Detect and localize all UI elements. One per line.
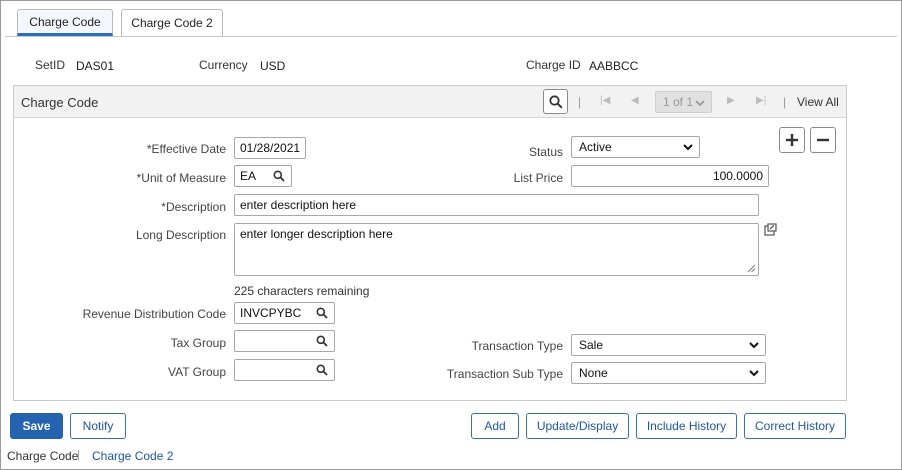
footer-current-page: Charge Code [7,449,79,463]
page-range-select[interactable]: 1 of 1 [655,91,712,113]
rev-dist-value: INVCPYBC [240,306,302,320]
chevron-down-icon [749,370,759,377]
description-input[interactable]: enter description here [234,194,759,216]
chevron-down-icon [749,342,759,349]
lookup-icon[interactable] [316,364,328,376]
last-page-icon[interactable]: ▶| [756,95,766,106]
status-select[interactable]: Active [571,136,700,158]
search-icon [548,94,563,109]
currency-label: Currency [199,58,248,72]
long-description-label: Long Description [135,228,226,242]
long-description-value: enter longer description here [240,227,393,241]
next-page-icon[interactable]: ▶ [727,95,735,106]
list-price-input[interactable]: 100.0000 [571,165,769,187]
effective-date-label: *Effective Date [146,142,226,156]
save-button[interactable]: Save [10,413,63,439]
effective-date-input[interactable]: 01/28/2021 [234,137,306,159]
panel-header: Charge Code | |◀ ◀ 1 of 1 ▶ ▶| | View Al… [14,86,846,118]
tab-divider [5,36,897,37]
chargeid-value: AABBCC [589,59,639,73]
panel-title: Charge Code [21,95,99,110]
tab-charge-code[interactable]: Charge Code [17,9,113,36]
setid-label: SetID [35,58,66,72]
chars-remaining: 225 characters remaining [234,284,370,298]
vat-group-label: VAT Group [167,365,226,379]
status-label: Status [528,145,563,159]
lookup-icon[interactable] [316,307,328,319]
status-value: Active [579,140,612,154]
resize-grip-icon[interactable] [747,264,756,273]
list-price-value: 100.0000 [712,169,763,183]
prev-page-icon[interactable]: ◀ [631,95,639,106]
chevron-down-icon [683,144,693,151]
footer-separator: | [77,449,80,461]
footer-link-charge-code-2[interactable]: Charge Code 2 [92,449,173,463]
chevron-down-icon [695,100,705,107]
tab-label: Charge Code 2 [131,16,213,30]
tab-charge-code-2[interactable]: Charge Code 2 [121,9,223,36]
uom-input[interactable]: EA [234,165,292,187]
tax-group-label: Tax Group [170,336,226,350]
include-history-button[interactable]: Include History [636,413,737,439]
remove-row-button[interactable] [810,127,836,153]
update-display-button[interactable]: Update/Display [526,413,629,439]
list-price-label: List Price [513,171,563,185]
plus-icon [786,134,798,146]
tab-label: Charge Code [29,14,101,29]
page-range-text: 1 of 1 [663,95,694,109]
notify-button[interactable]: Notify [70,413,126,439]
currency-value: USD [260,59,286,73]
minus-icon [817,138,829,142]
transaction-type-select[interactable]: Sale [571,334,766,356]
uom-label: *Unit of Measure [136,171,226,185]
add-row-button[interactable] [779,127,805,153]
transaction-type-label: Transaction Type [471,339,563,353]
correct-history-button[interactable]: Correct History [744,413,846,439]
rev-dist-input[interactable]: INVCPYBC [234,302,335,324]
tax-group-input[interactable] [234,330,335,352]
vat-group-input[interactable] [234,359,335,381]
view-all-link[interactable]: View All [797,95,839,109]
long-description-textarea[interactable]: enter longer description here [234,223,759,276]
pager-separator: | [783,95,787,109]
chargeid-label: Charge ID [526,58,581,72]
transaction-subtype-label: Transaction Sub Type [446,367,563,381]
transaction-type-value: Sale [579,338,604,352]
description-value: enter description here [240,198,357,212]
window-frame: Charge Code Charge Code 2 SetID DAS01 Cu… [0,0,902,470]
uom-value: EA [240,169,257,183]
add-button[interactable]: Add [471,413,519,439]
panel-search-button[interactable] [543,89,568,114]
first-page-icon[interactable]: |◀ [600,95,610,106]
lookup-icon[interactable] [273,170,285,182]
transaction-subtype-value: None [579,366,608,380]
lookup-icon[interactable] [316,335,328,347]
transaction-subtype-select[interactable]: None [571,362,766,384]
pager-separator: | [578,95,582,109]
setid-value: DAS01 [76,59,115,73]
rev-dist-label: Revenue Distribution Code [82,307,226,321]
effective-date-value: 01/28/2021 [240,141,301,155]
description-label: *Description [161,200,226,214]
expand-icon[interactable] [764,223,777,236]
